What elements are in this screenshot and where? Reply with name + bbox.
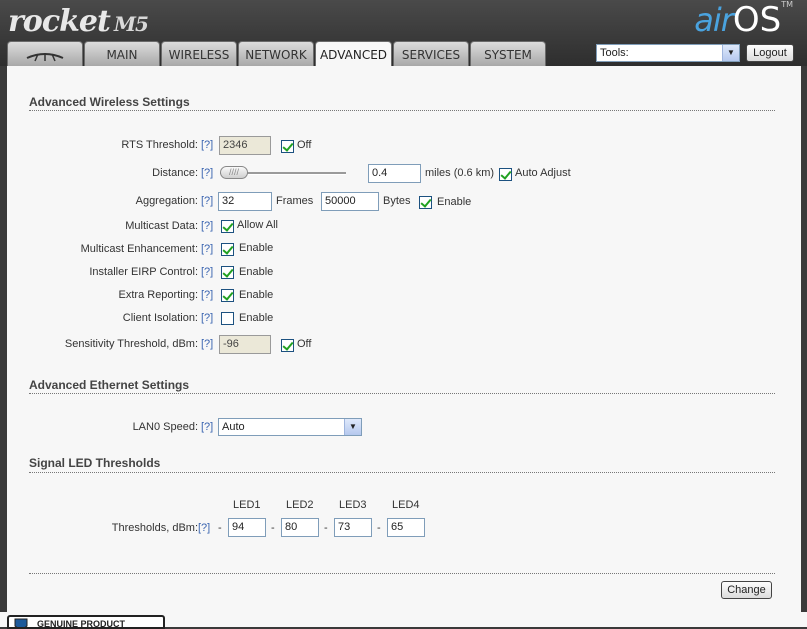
ubiquiti-logo-icon (26, 52, 64, 61)
rts-input[interactable]: 2346 (219, 136, 271, 155)
led1-input[interactable]: 94 (228, 518, 266, 537)
separator: - (271, 522, 275, 534)
airos-logo: airOSTM (694, 0, 793, 40)
frames-unit: Frames (276, 195, 314, 207)
help-link[interactable]: [?] (201, 338, 213, 350)
logout-button[interactable]: Logout (746, 44, 794, 62)
help-link[interactable]: [?] (201, 421, 213, 433)
tab-wireless[interactable]: WIRELESS (161, 41, 237, 66)
led2-input[interactable]: 80 (281, 518, 319, 537)
distance-label: Distance: (152, 167, 198, 179)
led4-header: LED4 (392, 499, 420, 511)
tab-main[interactable]: MAIN (84, 41, 160, 66)
help-link[interactable]: [?] (201, 139, 213, 151)
divider (29, 393, 775, 394)
multicast-enh-label: Multicast Enhancement: (80, 243, 198, 255)
multicast-enh-option: Enable (239, 242, 274, 254)
chevron-down-icon: ▼ (344, 419, 361, 435)
aggregation-enable-label: Enable (437, 196, 472, 208)
change-button[interactable]: Change (721, 581, 772, 599)
lan0-label: LAN0 Speed: (132, 421, 198, 433)
bytes-unit: Bytes (383, 195, 411, 207)
rts-label: RTS Threshold: (121, 139, 198, 151)
help-link[interactable]: [?] (201, 195, 213, 207)
divider (29, 472, 775, 473)
rocket-logo: rocket M5 (8, 4, 149, 39)
client-isolation-checkbox[interactable] (221, 312, 234, 325)
separator: - (324, 522, 328, 534)
shield-icon (11, 618, 31, 627)
tab-system[interactable]: SYSTEM (470, 41, 546, 66)
sensitivity-off-checkbox[interactable] (281, 339, 294, 352)
help-link[interactable]: [?] (201, 167, 213, 179)
extra-reporting-checkbox[interactable] (221, 289, 234, 302)
help-link[interactable]: [?] (201, 266, 213, 278)
led1-header: LED1 (233, 499, 261, 511)
help-link[interactable]: [?] (201, 220, 213, 232)
separator: - (218, 522, 222, 534)
chevron-down-icon: ▼ (722, 45, 739, 61)
eirp-option: Enable (239, 266, 274, 278)
aggregation-label: Aggregation: (135, 195, 198, 207)
multicast-option: Allow All (237, 219, 278, 231)
sensitivity-input[interactable]: -96 (219, 335, 271, 354)
divider (29, 110, 775, 111)
led3-input[interactable]: 73 (334, 518, 372, 537)
thresholds-label: Thresholds, dBm: (111, 522, 198, 534)
rts-off-label: Off (297, 139, 312, 151)
tab-ubiquiti[interactable] (7, 41, 83, 66)
auto-adjust-checkbox[interactable] (499, 168, 512, 181)
separator: - (377, 522, 381, 534)
auto-adjust-label: Auto Adjust (515, 167, 571, 179)
help-link[interactable]: [?] (201, 243, 213, 255)
client-isolation-label: Client Isolation: (122, 312, 198, 324)
sensitivity-label: Sensitivity Threshold, dBm: (64, 338, 198, 350)
divider (29, 573, 775, 574)
extra-reporting-label: Extra Reporting: (118, 289, 198, 301)
lan0-speed-select[interactable]: Auto ▼ (218, 418, 362, 436)
rts-off-checkbox[interactable] (281, 140, 294, 153)
section-title-ethernet: Advanced Ethernet Settings (29, 378, 190, 392)
section-title-wireless: Advanced Wireless Settings (29, 95, 190, 109)
bytes-input[interactable]: 50000 (321, 192, 379, 211)
frames-input[interactable]: 32 (218, 192, 272, 211)
tab-services[interactable]: SERVICES (393, 41, 469, 66)
sensitivity-off-label: Off (297, 338, 312, 350)
tab-advanced[interactable]: ADVANCED (315, 41, 392, 67)
led4-input[interactable]: 65 (387, 518, 425, 537)
help-link[interactable]: [?] (201, 289, 213, 301)
distance-input[interactable]: 0.4 (368, 164, 421, 183)
multicast-enh-checkbox[interactable] (221, 243, 234, 256)
help-link[interactable]: [?] (198, 522, 210, 534)
help-link[interactable]: [?] (201, 312, 213, 324)
tab-network[interactable]: NETWORK (238, 41, 314, 66)
distance-slider-handle[interactable]: //// (220, 166, 248, 179)
extra-reporting-option: Enable (239, 289, 274, 301)
eirp-checkbox[interactable] (221, 266, 234, 279)
led3-header: LED3 (339, 499, 367, 511)
section-title-led: Signal LED Thresholds (29, 456, 161, 470)
tools-select[interactable]: Tools: ▼ (596, 44, 740, 62)
multicast-checkbox[interactable] (221, 220, 234, 233)
led2-header: LED2 (286, 499, 314, 511)
distance-unit: miles (0.6 km) (425, 167, 495, 179)
aggregation-enable-checkbox[interactable] (419, 196, 432, 209)
multicast-label: Multicast Data: (125, 220, 198, 232)
eirp-label: Installer EIRP Control: (89, 266, 198, 278)
client-isolation-option: Enable (239, 312, 274, 324)
